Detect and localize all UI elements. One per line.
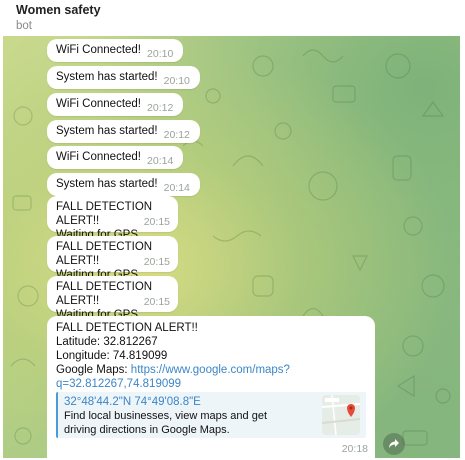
message-text: System has started! (56, 125, 158, 137)
message-bubble[interactable]: FALL DETECTION ALERT!! Waiting for GPS..… (47, 196, 178, 241)
share-button[interactable] (383, 433, 405, 455)
link-preview[interactable]: 32°48'44.2"N 74°49'08.8"E Find local bus… (56, 392, 366, 438)
maps-link[interactable]: https://www.google.com/maps? (131, 364, 290, 376)
chat-area[interactable]: WiFi Connected! 20:10 System has started!… (3, 36, 460, 458)
message-time: 20:12 (147, 102, 174, 114)
message-time: 20:14 (147, 155, 174, 167)
message-bubble[interactable]: FALL DETECTION ALERT!! Waiting for GPS..… (47, 276, 178, 321)
message-time: 20:15 (143, 296, 170, 308)
message-time: 20:15 (143, 216, 170, 228)
chat-subtitle: bot (16, 20, 32, 32)
share-arrow-icon (389, 439, 399, 448)
message-text: WiFi Connected! (56, 44, 142, 56)
map-pin-icon (322, 395, 360, 435)
latitude-text: Latitude: 32.812267 (56, 336, 158, 348)
message-bubble[interactable]: WiFi Connected! 20:14 (47, 146, 184, 169)
message-time: 20:14 (163, 182, 190, 194)
message-text: WiFi Connected! (56, 151, 142, 163)
message-time: 20:10 (163, 75, 190, 87)
preview-description: Find local businesses, view maps and get… (64, 410, 267, 436)
message-time: 20:18 (341, 443, 368, 455)
message-bubble[interactable]: FALL DETECTION ALERT!! Waiting for GPS..… (47, 236, 178, 281)
message-time: 20:10 (147, 48, 174, 60)
message-bubble[interactable]: System has started! 20:14 (47, 173, 200, 196)
message-time: 20:15 (143, 256, 170, 268)
location-message-bubble[interactable]: FALL DETECTION ALERT!! Latitude: 32.8122… (47, 316, 375, 458)
message-bubble[interactable]: System has started! 20:12 (47, 120, 200, 143)
message-text: FALL DETECTION ALERT!! (56, 322, 198, 334)
message-bubble[interactable]: WiFi Connected! 20:12 (47, 93, 184, 116)
message-time: 20:12 (163, 129, 190, 141)
map-thumbnail[interactable] (322, 395, 360, 435)
message-text: WiFi Connected! (56, 98, 142, 110)
longitude-text: Longitude: 74.819099 (56, 350, 168, 362)
preview-title: 32°48'44.2"N 74°49'08.8"E (64, 396, 201, 408)
message-bubble[interactable]: WiFi Connected! 20:10 (47, 39, 184, 62)
chat-title: Women safety (16, 3, 101, 17)
message-text: System has started! (56, 178, 158, 190)
message-text: System has started! (56, 71, 158, 83)
maps-label: Google Maps: (56, 364, 131, 376)
chat-header[interactable]: Women safety bot (0, 0, 465, 36)
maps-link-continued[interactable]: q=32.812267,74.819099 (56, 377, 366, 391)
message-bubble[interactable]: System has started! 20:10 (47, 66, 200, 89)
